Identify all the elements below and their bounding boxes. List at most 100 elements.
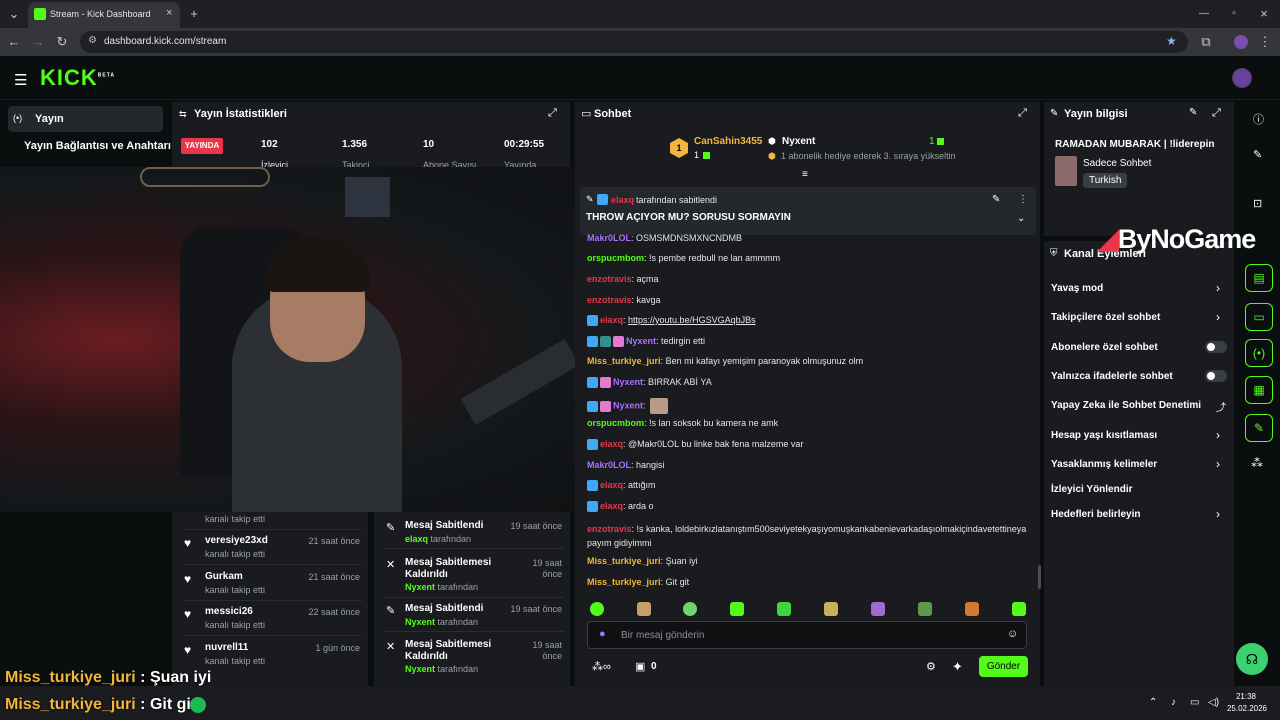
back-icon[interactable]: ← [6,34,22,50]
emote-icon[interactable] [777,602,791,616]
activity-name[interactable]: messici26 [205,606,253,617]
chevron-right-icon[interactable]: › [1216,310,1220,324]
notes-button-icon[interactable]: ▤ [1245,264,1273,292]
chat-username[interactable]: enzotravis [587,295,632,305]
chat-link[interactable]: https://youtu.be/HGSVGAqbJBs [628,315,756,325]
kick-logo[interactable]: KICKBETA [40,65,115,91]
emote-only-toggle[interactable] [1205,370,1227,382]
mod-log-user[interactable]: Nyxent [405,617,435,627]
edit-stream-info-icon[interactable]: ✎ [1189,107,1197,118]
edit-icon[interactable]: ✎ [1253,148,1262,161]
user-avatar[interactable] [1232,68,1252,88]
action-followers-only[interactable]: Takipçilere özel sohbet [1051,312,1160,323]
chat-scrollbar[interactable] [1038,565,1041,589]
mod-log-user[interactable]: Nyxent [405,664,435,674]
activity-name[interactable]: veresiye23xd [205,535,268,546]
stream-category[interactable]: Sadece Sohbet [1083,158,1151,169]
emote-icon[interactable] [637,602,651,616]
chat-username[interactable]: Miss_turkiye_juri [587,356,661,366]
tray-mic-icon[interactable]: ♪ [1171,697,1176,708]
chat-button-icon[interactable]: ▭ [1245,303,1273,331]
chat-username[interactable]: Nyxent [613,400,643,410]
layout-button-icon[interactable]: ▦ [1245,376,1273,404]
emote-icon[interactable] [683,602,697,616]
chat-username[interactable]: Makr0LOL [587,233,631,242]
sidebar-item-stream-key[interactable]: Yayın Bağlantısı ve Anahtarı [24,140,171,152]
subscribers-only-toggle[interactable] [1205,341,1227,353]
pinned-menu-icon[interactable]: ⋮ [1018,194,1028,205]
chat-username[interactable]: Miss_turkiye_juri [587,556,661,566]
address-bar[interactable]: ⚙ dashboard.kick.com/stream ★ [80,31,1188,53]
leaderboard-user[interactable]: CanSahin3455 [694,136,762,147]
forward-icon[interactable]: → [30,34,46,50]
tray-chevron-icon[interactable]: ⌃ [1149,697,1157,708]
chat-settings-icon[interactable]: ⚙ [926,660,936,673]
bookmark-star-icon[interactable]: ★ [1166,34,1177,48]
emote-icon[interactable] [965,602,979,616]
chat-username[interactable]: Makr0LOL [587,460,631,470]
profile-avatar[interactable] [1234,35,1248,49]
broadcast-button-icon[interactable]: (•) [1245,339,1273,367]
support-headset-icon[interactable]: ☊ [1236,643,1268,675]
chevron-right-icon[interactable]: › [1216,507,1220,521]
activity-name[interactable]: Gurkam [205,571,243,582]
extensions-icon[interactable]: ⧉ [1198,34,1214,50]
emoji-picker-icon[interactable]: ☺ [1007,628,1018,640]
treasure-icon[interactable]: ▣ [635,660,645,673]
taskbar-time[interactable]: 21:38 [1228,692,1264,701]
popout-chat-icon[interactable]: ⤢ [1018,107,1027,120]
chat-username[interactable]: elaxq [600,439,623,449]
tools-button-icon[interactable]: ✎ [1245,414,1273,442]
chevron-right-icon[interactable]: › [1216,428,1220,442]
more-icon[interactable]: ⁂ [1251,456,1263,470]
chat-username[interactable]: enzotravis [587,524,632,534]
close-window-icon[interactable]: × [1256,6,1272,22]
emote-icon[interactable] [824,602,838,616]
spotify-icon[interactable] [190,697,206,713]
collapse-pinned-icon[interactable]: ⌄ [1017,213,1025,224]
external-link-icon[interactable]: ⤴ [1216,399,1226,414]
close-tab-icon[interactable]: × [166,7,172,19]
hamburger-menu-icon[interactable]: ☰ [14,71,27,89]
leaderboard-user[interactable]: Nyxent [782,136,815,147]
chat-username[interactable]: Miss_turkiye_juri [587,577,661,587]
action-raid[interactable]: İzleyici Yönlendir [1051,484,1133,495]
new-tab-icon[interactable]: + [186,6,202,22]
sidebar-item-yayin[interactable]: (•) Yayın [8,106,163,132]
emote-icon[interactable] [590,602,604,616]
emote-icon[interactable] [871,602,885,616]
tab-list-icon[interactable]: ⌄ [6,6,22,22]
chat-tools-icon[interactable]: ✦ [952,659,963,675]
chevron-right-icon[interactable]: › [1216,281,1220,295]
action-banned-words[interactable]: Yasaklanmış kelimeler [1051,459,1157,470]
chat-username[interactable]: elaxq [600,501,623,511]
action-goals[interactable]: Hedefleri belirleyin [1051,509,1140,520]
action-account-age[interactable]: Hesap yaşı kısıtlaması [1051,430,1157,441]
chat-username[interactable]: orspucmbom [587,418,644,428]
reload-icon[interactable]: ↻ [54,34,70,50]
mod-log-user[interactable]: Nyxent [405,582,435,592]
browser-menu-icon[interactable]: ⋮ [1258,34,1272,50]
info-icon[interactable]: ⓘ [1253,111,1264,127]
category-thumbnail[interactable] [1055,156,1077,186]
popout-stream-info-icon[interactable]: ⤢ [1212,107,1221,120]
minimize-icon[interactable]: — [1196,6,1212,22]
activity-name[interactable]: nuvrell11 [205,642,248,653]
pinned-by-user[interactable]: elaxq [611,195,634,205]
chat-username[interactable]: enzotravis [587,274,632,284]
site-info-icon[interactable]: ⚙ [88,35,97,46]
chat-username[interactable]: elaxq [600,315,623,325]
emote-icon[interactable] [918,602,932,616]
chat-input[interactable]: ● Bir mesaj gönderin ☺ [587,621,1027,649]
chat-username[interactable]: elaxq [600,480,623,490]
popout-stats-icon[interactable]: ⤢ [548,107,557,120]
taskbar-date[interactable]: 25.02.2026 [1226,704,1268,713]
send-button[interactable]: Gönder [979,656,1028,677]
chat-username[interactable]: Nyxent [613,377,643,387]
restore-icon[interactable]: ▫ [1226,6,1242,22]
chat-username[interactable]: Nyxent [626,336,656,346]
channel-points-icon[interactable]: ⁂∞ [592,660,611,673]
chevron-right-icon[interactable]: › [1216,457,1220,471]
browser-tab[interactable]: Stream - Kick Dashboard × [28,2,180,28]
emote-icon[interactable] [1012,602,1026,616]
